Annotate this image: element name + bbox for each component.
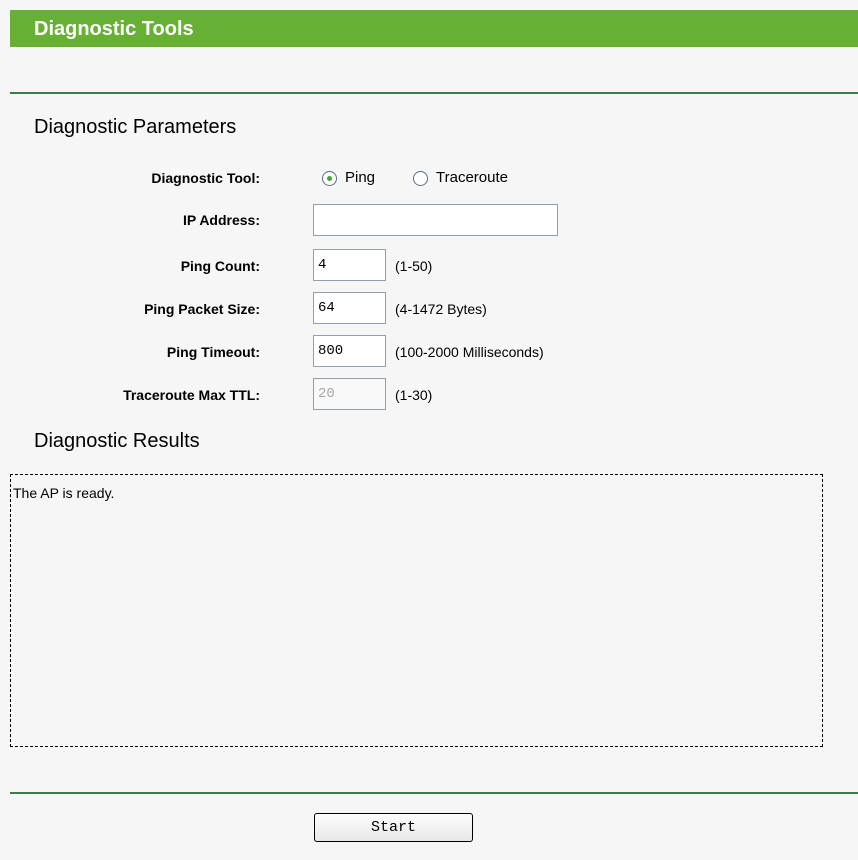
page-header: Diagnostic Tools <box>10 10 858 47</box>
results-section-title: Diagnostic Results <box>34 430 200 452</box>
diagnostic-tool-label: Diagnostic Tool: <box>151 170 260 186</box>
ping-radio-label[interactable]: Ping <box>345 169 375 186</box>
ip-address-input[interactable] <box>313 204 558 236</box>
ping-timeout-label: Ping Timeout: <box>166 344 260 360</box>
traceroute-radio-label[interactable]: Traceroute <box>436 169 508 186</box>
ping-radio[interactable] <box>322 171 337 186</box>
ping-packet-size-input[interactable] <box>313 292 386 324</box>
page-title: Diagnostic Tools <box>34 18 194 40</box>
ping-packet-size-label: Ping Packet Size: <box>144 301 260 317</box>
divider <box>10 92 858 94</box>
traceroute-max-ttl-input[interactable] <box>313 378 386 410</box>
results-text: The AP is ready. <box>13 485 115 501</box>
ping-timeout-hint: (100-2000 Milliseconds) <box>395 344 544 360</box>
ip-address-label: IP Address: <box>182 212 260 228</box>
traceroute-max-ttl-label: Traceroute Max TTL: <box>123 387 260 403</box>
start-button[interactable]: Start <box>314 813 473 842</box>
ping-timeout-input[interactable] <box>313 335 386 367</box>
radio-selected-dot <box>327 176 332 181</box>
traceroute-max-ttl-hint: (1-30) <box>395 387 433 403</box>
ping-packet-size-hint: (4-1472 Bytes) <box>395 301 487 317</box>
ping-count-input[interactable] <box>313 249 386 281</box>
diagnostic-results-box: The AP is ready. <box>10 474 823 747</box>
ping-count-label: Ping Count: <box>180 258 260 274</box>
parameters-section-title: Diagnostic Parameters <box>34 116 237 138</box>
ping-count-hint: (1-50) <box>395 258 433 274</box>
divider <box>10 792 858 794</box>
traceroute-radio[interactable] <box>413 171 428 186</box>
